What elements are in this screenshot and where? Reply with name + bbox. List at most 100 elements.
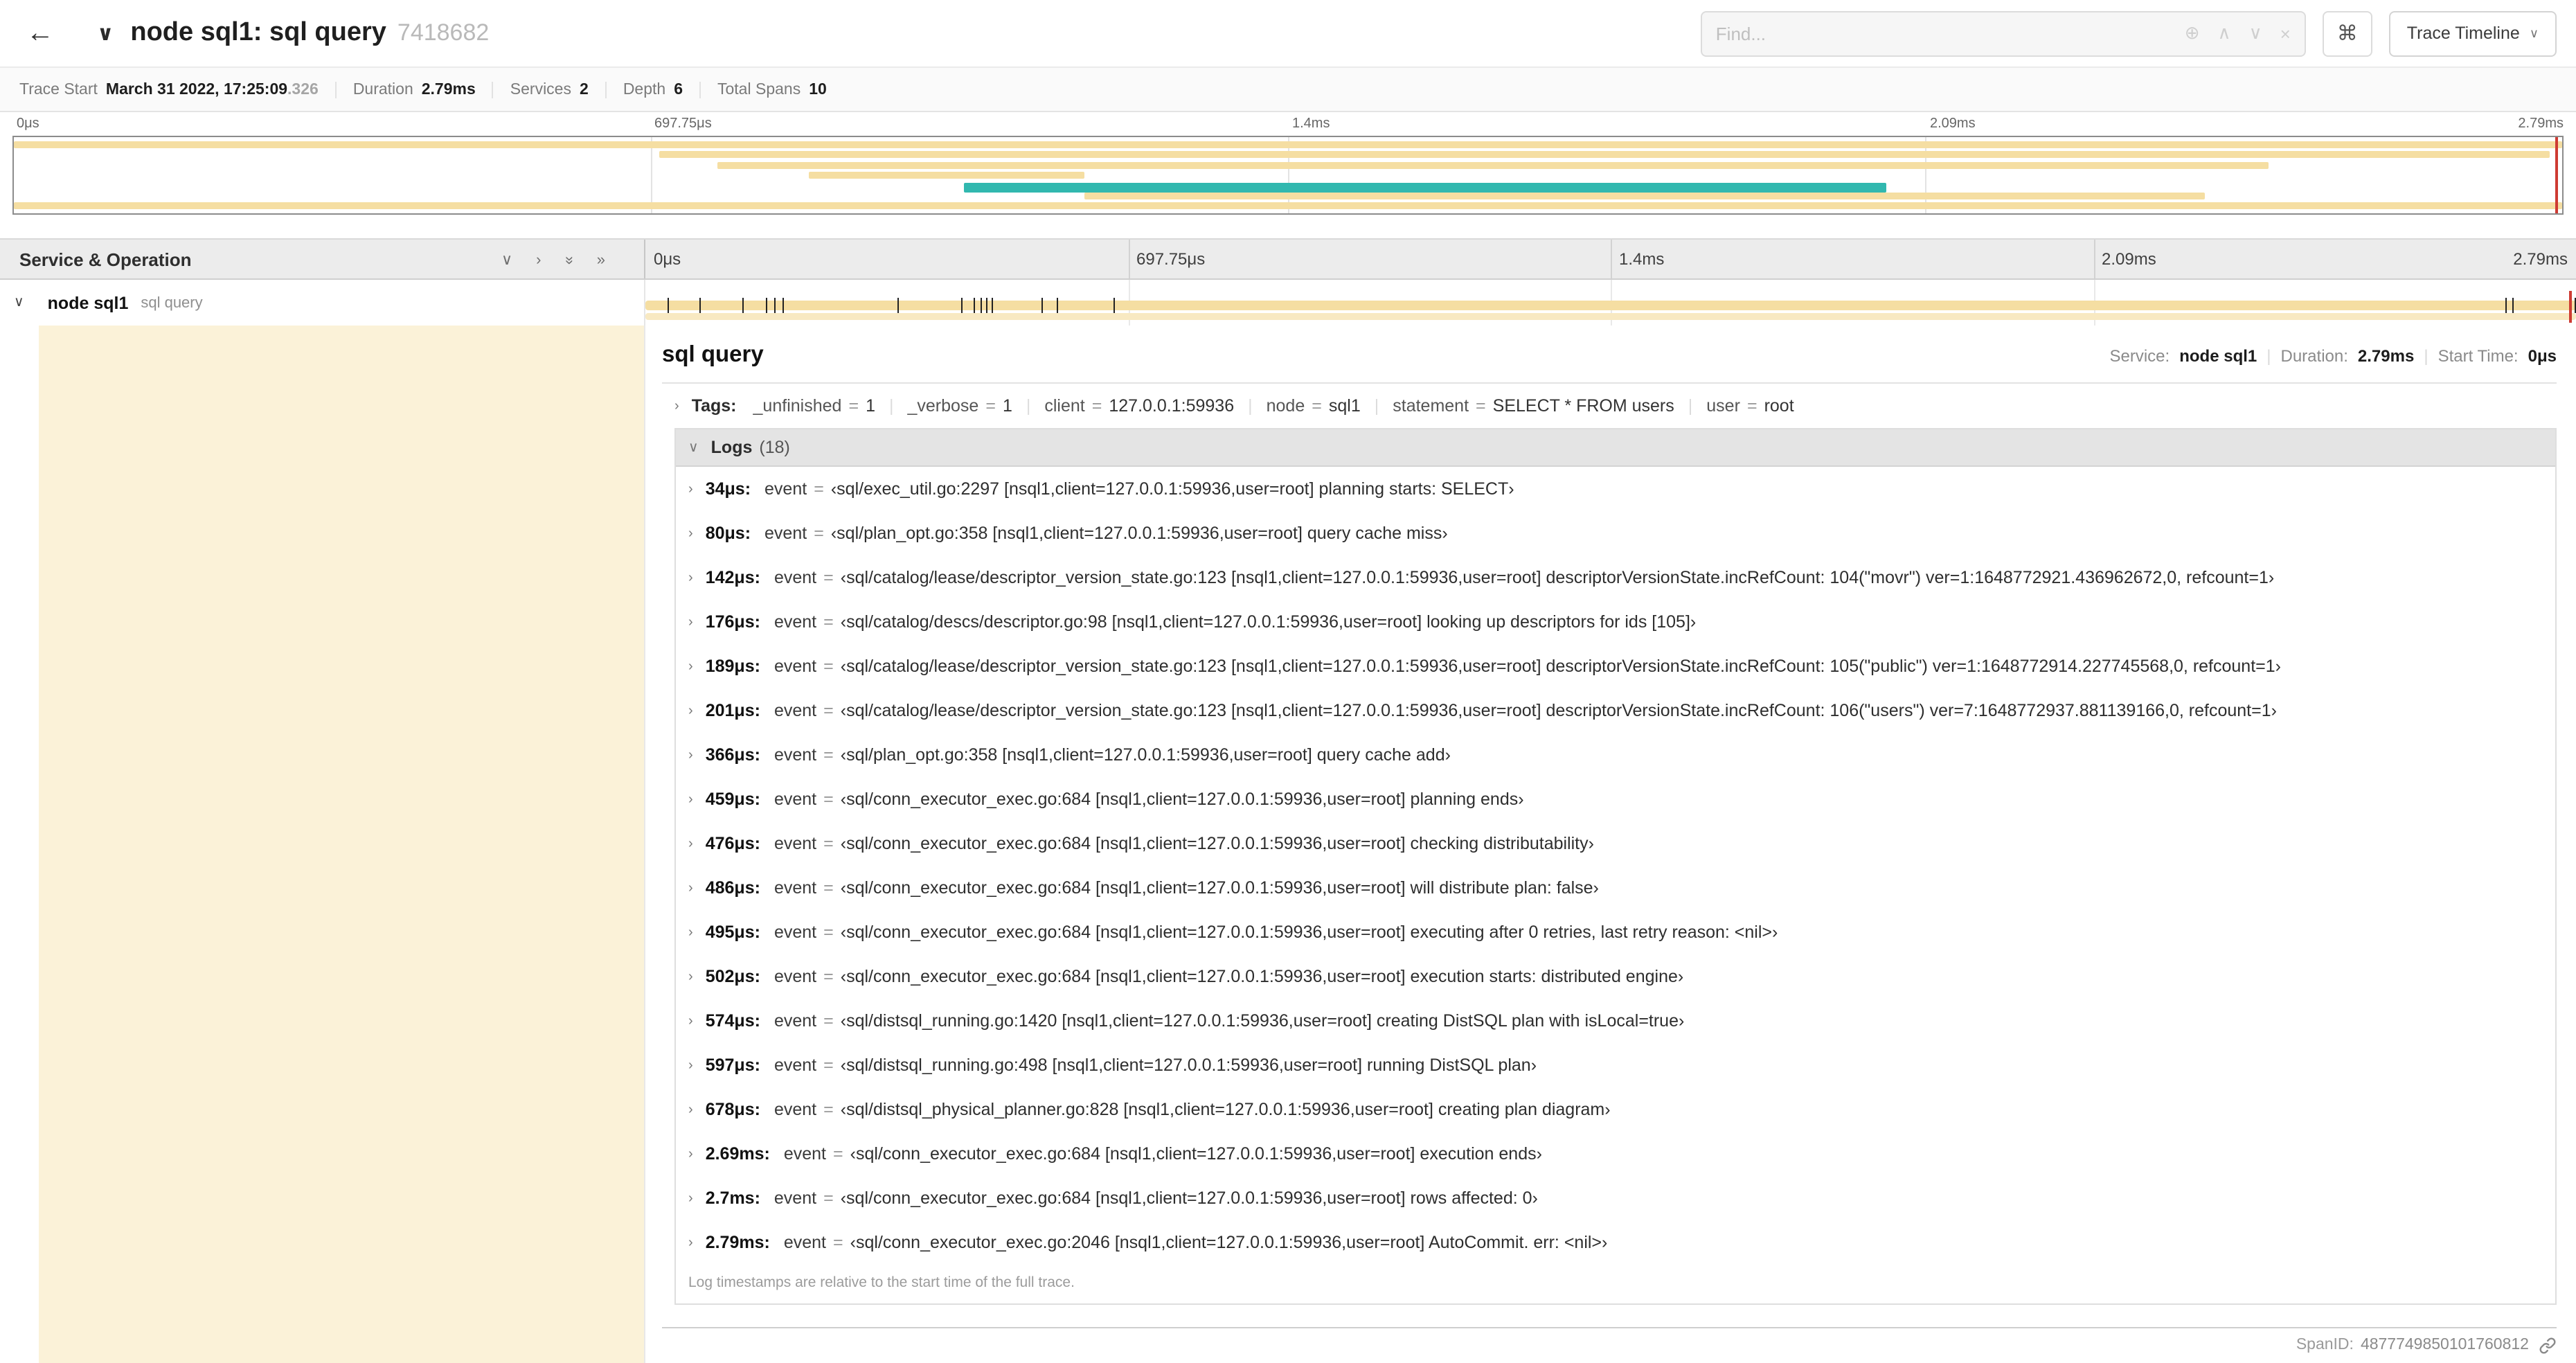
view-selector-button[interactable]: Trace Timeline ∨ <box>2388 10 2557 56</box>
log-field-name: event <box>773 1055 817 1075</box>
minimap-span-bar <box>1084 193 2206 199</box>
minimap-span-bar <box>659 151 2550 159</box>
summary-item-total-spans: Total Spans 10 <box>699 81 843 98</box>
summary-item-duration: Duration 2.79ms <box>334 81 492 98</box>
log-field-name: event <box>773 745 817 765</box>
minimap-gridline <box>1925 137 1926 213</box>
log-timestamp: 597μs: <box>705 1055 760 1075</box>
equals-sign: = <box>823 612 834 632</box>
span-detail-title: sql query <box>662 342 764 367</box>
top-bar-controls: ⊕ ∧ ∨ × ⌘ Trace Timeline ∨ <box>1700 10 2557 56</box>
log-field-value: ‹sql/conn_executor_exec.go:2046 [nsql1,c… <box>850 1233 1608 1252</box>
log-entry[interactable]: › 366μs: event = ‹sql/plan_opt.go:358 [nsql1… <box>676 733 2555 777</box>
collapse-all-icon[interactable]: » <box>561 256 578 265</box>
log-entry[interactable]: › 476μs: event = ‹sql/conn_executor_exec.go:… <box>676 821 2555 866</box>
log-entry[interactable]: › 2.69ms: event = ‹sql/conn_executor_exec.go… <box>676 1132 2555 1176</box>
equals-sign: = <box>848 396 859 416</box>
log-timestamp: 495μs: <box>705 923 760 942</box>
tag-separator: | <box>1688 396 1693 416</box>
log-field-name: event <box>773 878 817 898</box>
log-entry[interactable]: › 201μs: event = ‹sql/catalog/lease/descript… <box>676 688 2555 733</box>
equals-sign: = <box>823 1188 834 1208</box>
tag-item[interactable]: client = 127.0.0.1:59936 <box>1044 396 1234 416</box>
span-bar[interactable] <box>645 313 2576 320</box>
minimap-span-bar <box>14 202 2562 210</box>
logs-section: ∨ Logs (18) › 34μs: event = ‹sql/exec_util.g… <box>674 428 2557 1305</box>
log-field-value: ‹sql/distsql_physical_planner.go:828 [ns… <box>840 1100 1611 1119</box>
tag-list: _unfinished = 1 | _verbose = 1 | client = 127.0.0.… <box>753 396 1794 416</box>
deep-link-icon[interactable] <box>2539 1336 2557 1354</box>
ruler-tick-label: 2.09ms <box>2102 249 2156 269</box>
tags-row[interactable]: › Tags: _unfinished = 1 | _verbose = 1 | client =… <box>674 384 2557 428</box>
log-entry[interactable]: › 176μs: event = ‹sql/catalog/descs/descript… <box>676 600 2555 644</box>
chevron-right-icon: › <box>688 836 693 851</box>
duration-label: Duration: <box>2280 346 2348 366</box>
minimap-span-bar <box>14 141 2562 148</box>
log-entry[interactable]: › 678μs: event = ‹sql/distsql_physical_plann… <box>676 1087 2555 1132</box>
log-entry[interactable]: › 597μs: event = ‹sql/distsql_running.go:498… <box>676 1043 2555 1087</box>
log-field-value: ‹sql/conn_executor_exec.go:684 [nsql1,cl… <box>840 834 1594 853</box>
summary-item-depth: Depth 6 <box>605 81 699 98</box>
log-event-tick <box>980 298 982 313</box>
span-bar-area[interactable] <box>645 280 2576 326</box>
span-name-cell[interactable]: ∨ node sql1 sql query <box>0 280 645 326</box>
log-entry[interactable]: › 502μs: event = ‹sql/conn_executor_exec.go:… <box>676 954 2555 999</box>
log-entry[interactable]: › 459μs: event = ‹sql/conn_executor_exec.go:… <box>676 777 2555 821</box>
log-field-name: event <box>764 524 807 543</box>
trace-minimap: 0μs 697.75μs 1.4ms 2.09ms 2.79ms <box>0 112 2576 215</box>
tag-value: root <box>1764 396 1794 416</box>
log-field-name: event <box>773 657 817 676</box>
prev-result-icon[interactable]: ∧ <box>2218 22 2231 44</box>
span-detail-left-column <box>0 326 645 1363</box>
equals-sign: = <box>1312 396 1322 416</box>
clear-search-icon[interactable]: × <box>2280 23 2291 44</box>
logs-count: (18) <box>759 438 790 457</box>
log-timestamp: 502μs: <box>705 967 760 986</box>
log-field-value: ‹sql/catalog/lease/descriptor_version_st… <box>840 568 2275 587</box>
equals-sign: = <box>823 1055 834 1075</box>
minimap-tick-label: 0μs <box>17 116 39 132</box>
tag-key: user <box>1706 396 1740 416</box>
meta-separator: | <box>2424 346 2429 366</box>
tag-key: statement <box>1393 396 1469 416</box>
trace-end-marker <box>2555 137 2558 213</box>
tag-item[interactable]: _verbose = 1 <box>907 396 1012 416</box>
timeline-header-row: Service & Operation ∨ › » » 0μs 697.75μs 1.4m… <box>0 238 2576 280</box>
keyboard-shortcuts-button[interactable]: ⌘ <box>2322 10 2372 56</box>
service-operation-title: Service & Operation <box>19 249 192 269</box>
log-entry[interactable]: › 486μs: event = ‹sql/conn_executor_exec.go:… <box>676 866 2555 910</box>
log-field-value: ‹sql/conn_executor_exec.go:684 [nsql1,cl… <box>840 790 1524 809</box>
log-entry[interactable]: › 189μs: event = ‹sql/catalog/lease/descript… <box>676 644 2555 688</box>
back-button[interactable]: ← <box>17 10 64 57</box>
tag-key: _verbose <box>907 396 979 416</box>
log-timestamp: 142μs: <box>705 568 760 587</box>
zoom-plus-icon[interactable]: ⊕ <box>2185 22 2200 44</box>
next-result-icon[interactable]: ∨ <box>2249 22 2262 44</box>
summary-value-fraction: .326 <box>287 81 319 98</box>
log-entry[interactable]: › 142μs: event = ‹sql/catalog/lease/descript… <box>676 555 2555 600</box>
log-entry[interactable]: › 495μs: event = ‹sql/conn_executor_exec.go:… <box>676 910 2555 954</box>
chevron-down-icon[interactable]: ∨ <box>14 295 24 310</box>
collapse-one-icon[interactable]: ∨ <box>501 251 512 269</box>
span-bar[interactable] <box>645 301 2576 310</box>
logs-header[interactable]: ∨ Logs (18) <box>676 429 2555 467</box>
tag-item[interactable]: node = sql1 <box>1267 396 1361 416</box>
log-entry[interactable]: › 2.7ms: event = ‹sql/conn_executor_exec.go:… <box>676 1176 2555 1220</box>
expand-one-icon[interactable]: › <box>536 252 541 269</box>
tag-item[interactable]: _unfinished = 1 <box>753 396 875 416</box>
log-entry[interactable]: › 574μs: event = ‹sql/distsql_running.go:142… <box>676 999 2555 1043</box>
expand-all-icon[interactable]: » <box>597 252 605 269</box>
summary-label: Services <box>510 81 571 98</box>
log-timestamp: 574μs: <box>705 1011 760 1031</box>
log-entry[interactable]: › 34μs: event = ‹sql/exec_util.go:2297 [nsql… <box>676 467 2555 511</box>
tag-item[interactable]: statement = SELECT * FROM users <box>1393 396 1674 416</box>
span-row[interactable]: ∨ node sql1 sql query <box>0 280 2576 326</box>
trace-title-chevron-icon[interactable]: ∨ <box>97 21 114 46</box>
equals-sign: = <box>1091 396 1102 416</box>
minimap-tick-label: 2.79ms <box>2518 116 2564 132</box>
find-input[interactable] <box>1715 23 2167 44</box>
log-entry[interactable]: › 80μs: event = ‹sql/plan_opt.go:358 [nsql1,… <box>676 511 2555 555</box>
minimap-canvas[interactable] <box>12 136 2564 215</box>
tag-item[interactable]: user = root <box>1706 396 1794 416</box>
log-entry[interactable]: › 2.79ms: event = ‹sql/conn_executor_exec.go… <box>676 1220 2555 1265</box>
